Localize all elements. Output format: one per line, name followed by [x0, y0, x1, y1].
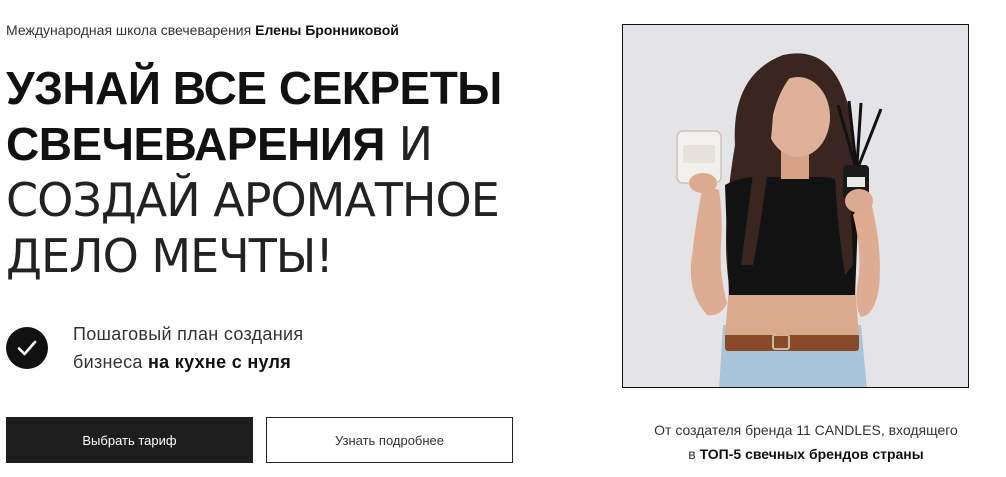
caption-line-2-prefix: в — [688, 446, 700, 462]
headline-line-2-bold: СВЕЧЕВАРЕНИЯ — [6, 118, 385, 170]
headline-line-2: СВЕЧЕВАРЕНИЯ И — [6, 116, 606, 172]
feature-text: Пошаговый план создания бизнеса на кухне… — [73, 320, 303, 376]
caption-line-2-bold: ТОП-5 свечных брендов страны — [699, 446, 924, 462]
feature-item: Пошаговый план создания бизнеса на кухне… — [6, 320, 303, 376]
feature-line-2-prefix: бизнеса — [73, 352, 148, 372]
choose-plan-button[interactable]: Выбрать тариф — [6, 417, 253, 463]
subtitle-name: Елены Бронниковой — [255, 22, 399, 38]
founder-photo — [622, 24, 969, 388]
feature-line-1: Пошаговый план создания — [73, 324, 304, 344]
subtitle-prefix: Международная школа свечеварения — [6, 22, 252, 38]
hero-headline: УЗНАЙ ВСЕ СЕКРЕТЫ СВЕЧЕВАРЕНИЯ И СОЗДАЙ … — [6, 60, 606, 284]
check-icon — [6, 327, 48, 369]
headline-line-3: СОЗДАЙ АРОМАТНОЕ — [6, 173, 500, 227]
feature-line-2: бизнеса на кухне с нуля — [73, 348, 303, 376]
headline-line-4: ДЕЛО МЕЧТЫ! — [6, 229, 334, 283]
feature-line-2-bold: на кухне с нуля — [147, 352, 292, 372]
headline-line-2-thin: И — [384, 117, 433, 171]
brand-caption: От создателя бренда 11 CANDLES, входящег… — [622, 418, 990, 466]
headline-line-1: УЗНАЙ ВСЕ СЕКРЕТЫ — [6, 62, 502, 114]
caption-line-1: От создателя бренда 11 CANDLES, входящег… — [654, 422, 958, 438]
caption-line-2: в ТОП-5 свечных брендов страны — [622, 442, 990, 466]
school-subtitle: Международная школа свечеварения Елены Б… — [6, 22, 399, 38]
learn-more-button[interactable]: Узнать подробнее — [266, 417, 513, 463]
founder-illustration — [623, 25, 968, 387]
